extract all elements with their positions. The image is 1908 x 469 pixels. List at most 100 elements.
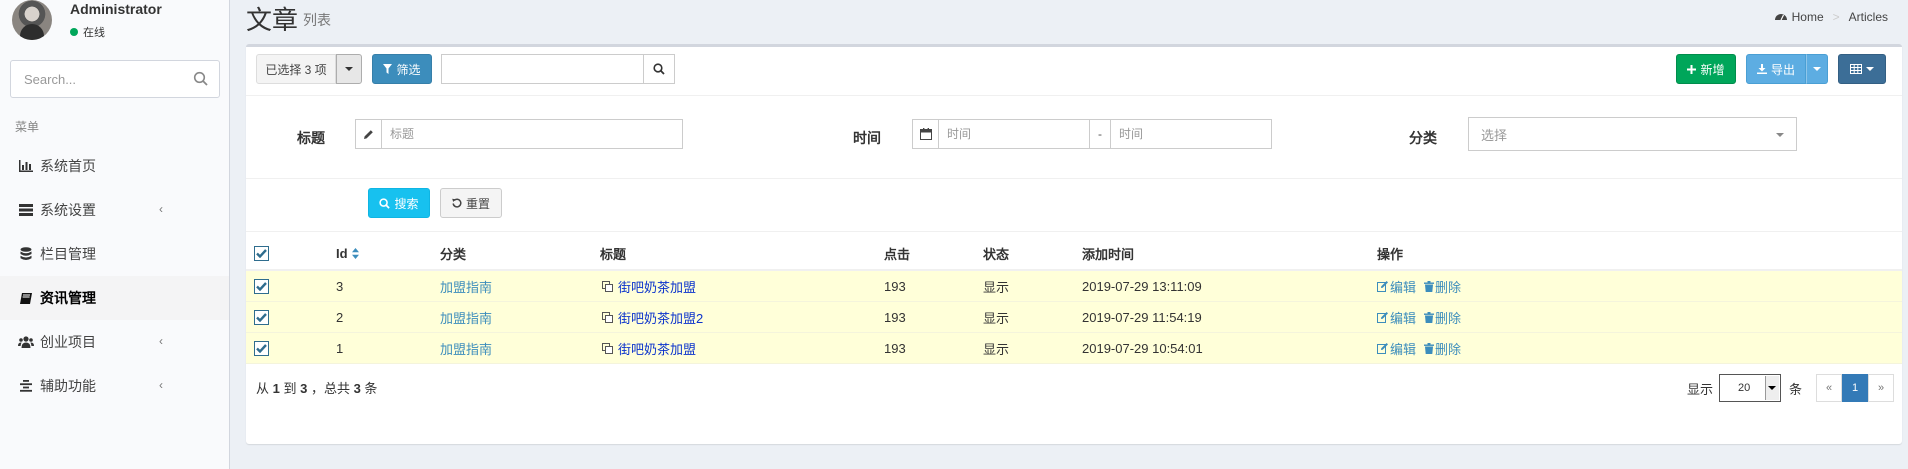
category-link[interactable]: 加盟指南 [440, 277, 492, 296]
sidebar-item-news[interactable]: 资讯管理 [0, 276, 229, 320]
toolbar: 已选择 3 项 筛选 [256, 54, 675, 84]
page-size-label: 显示 [1686, 381, 1713, 397]
align-icon [18, 379, 34, 393]
export-button[interactable]: 导出 [1746, 54, 1806, 84]
row-checkbox-cell [254, 302, 269, 332]
batch-actions-dropdown[interactable] [336, 54, 362, 84]
user-name: Administrator [70, 1, 162, 17]
reset-button[interactable]: 重置 [440, 188, 502, 218]
columns-toggle-button[interactable] [1838, 54, 1886, 84]
table-row[interactable]: 3 加盟指南 街吧奶茶加盟 193 显示 2019-07-29 13:11:09… [246, 271, 1902, 302]
sidebar-item-projects[interactable]: 创业项目 ‹ [0, 320, 229, 364]
pencil-icon [356, 120, 382, 148]
breadcrumb-home[interactable]: Home [1792, 10, 1824, 24]
export-dropdown[interactable] [1806, 54, 1828, 84]
dashboard-icon [1774, 10, 1787, 24]
download-icon [1756, 64, 1767, 74]
column-header-label: Id [336, 246, 348, 261]
row-checkbox[interactable] [254, 309, 269, 325]
article-title-link[interactable]: 街吧奶茶加盟 [602, 339, 696, 358]
filter-button[interactable]: 筛选 [372, 54, 432, 84]
title-filter-group [355, 119, 683, 149]
sort-icon[interactable] [351, 248, 359, 259]
sidebar-item-label: 创业项目 [40, 334, 96, 350]
summary-suffix: 条 [360, 381, 378, 396]
row-checkbox[interactable] [254, 278, 269, 294]
select-all-cell [254, 238, 269, 269]
page-button-current[interactable]: 1 [1842, 374, 1868, 402]
select-all-checkbox[interactable] [254, 246, 269, 261]
search-icon [653, 63, 665, 75]
cell-clicks: 193 [884, 309, 906, 325]
edit-label: 编辑 [1390, 279, 1417, 295]
edit-icon [1377, 280, 1388, 292]
check-icon [256, 312, 267, 322]
delete-link[interactable]: 删除 [1424, 339, 1461, 358]
cell-added: 2019-07-29 11:54:19 [1082, 309, 1202, 325]
form-bottom-divider [246, 231, 1902, 232]
check-icon [256, 281, 267, 291]
search-icon [379, 197, 391, 209]
edit-link[interactable]: 编辑 [1377, 339, 1416, 358]
database-icon [18, 247, 34, 261]
article-title-link[interactable]: 街吧奶茶加盟2 [602, 308, 703, 327]
export-group: 导出 [1746, 54, 1828, 84]
quick-search-button[interactable] [643, 54, 675, 84]
caret-down-icon [1866, 67, 1874, 71]
table-header-row: Id 分类 标题 点击 状态 添加时间 操作 [246, 238, 1902, 271]
table-row[interactable]: 1 加盟指南 街吧奶茶加盟 193 显示 2019-07-29 10:54:01… [246, 333, 1902, 364]
delete-label: 删除 [1435, 310, 1462, 326]
sidebar-item-dashboard[interactable]: 系统首页 [0, 144, 229, 188]
cell-added: 2019-07-29 10:54:01 [1082, 340, 1203, 356]
time-start-input[interactable] [939, 120, 1089, 148]
category-select[interactable]: 选择 [1468, 117, 1797, 151]
quick-search-input[interactable] [441, 54, 643, 84]
sidebar-item-settings[interactable]: 系统设置 ‹ [0, 188, 229, 232]
breadcrumb: Home > Articles [1774, 10, 1888, 24]
time-filter-group: - [912, 119, 1272, 149]
filter-icon [383, 64, 393, 74]
summary-total: 3 [353, 381, 361, 396]
cell-id: 1 [336, 340, 344, 356]
next-page-button[interactable]: » [1868, 374, 1894, 402]
sidebar-menu: 系统首页 系统设置 ‹ 栏目管理 资讯管理 创业项目 ‹ 辅助功能 ‹ [0, 144, 229, 408]
delete-link[interactable]: 删除 [1424, 308, 1461, 327]
sidebar-item-helpers[interactable]: 辅助功能 ‹ [0, 364, 229, 408]
selected-count-button[interactable]: 已选择 3 项 [256, 54, 336, 84]
category-link[interactable]: 加盟指南 [440, 308, 492, 327]
breadcrumb-separator: > [1832, 10, 1840, 24]
cell-status: 显示 [983, 310, 1010, 326]
copy-icon [602, 311, 613, 323]
row-actions: 编辑 删除 [1377, 302, 1461, 332]
sidebar-search-input[interactable] [11, 61, 171, 97]
search-button[interactable]: 搜索 [368, 188, 430, 218]
article-table: Id 分类 标题 点击 状态 添加时间 操作 3 加盟指南 街吧奶茶加盟 193… [246, 238, 1902, 364]
title-filter-input[interactable] [382, 120, 682, 148]
prev-page-button[interactable]: « [1816, 374, 1842, 402]
column-header-id[interactable]: Id [336, 238, 359, 269]
article-title-link[interactable]: 街吧奶茶加盟 [602, 277, 696, 296]
category-link[interactable]: 加盟指南 [440, 339, 492, 358]
search-icon[interactable] [193, 71, 209, 87]
new-article-button[interactable]: 新增 [1676, 54, 1736, 84]
category-select-placeholder: 选择 [1481, 127, 1508, 143]
trash-icon [1424, 342, 1435, 354]
sidebar: Administrator 在线 菜单 系统首页 系统设置 ‹ [0, 0, 230, 469]
time-end-input[interactable] [1111, 120, 1261, 148]
column-header-clicks: 点击 [884, 247, 911, 262]
article-list-box: 已选择 3 项 筛选 新增 导出 标题 标题 时间 时间 - 时间 分类 选择 … [246, 44, 1902, 444]
sidebar-item-columns[interactable]: 栏目管理 [0, 232, 229, 276]
edit-link[interactable]: 编辑 [1377, 308, 1416, 327]
trash-icon [1424, 280, 1435, 292]
filter-divider [246, 178, 1902, 179]
avatar[interactable] [12, 0, 52, 40]
table-row[interactable]: 2 加盟指南 街吧奶茶加盟2 193 显示 2019-07-29 11:54:1… [246, 302, 1902, 333]
row-checkbox[interactable] [254, 340, 269, 356]
edit-link[interactable]: 编辑 [1377, 277, 1416, 296]
copy-icon [602, 280, 613, 292]
copy-icon [602, 342, 613, 354]
page-size-select[interactable]: 20 [1718, 374, 1781, 402]
row-actions: 编辑 删除 [1377, 333, 1461, 363]
delete-link[interactable]: 删除 [1424, 277, 1461, 296]
dropdown-arrow-icon [1764, 376, 1779, 400]
